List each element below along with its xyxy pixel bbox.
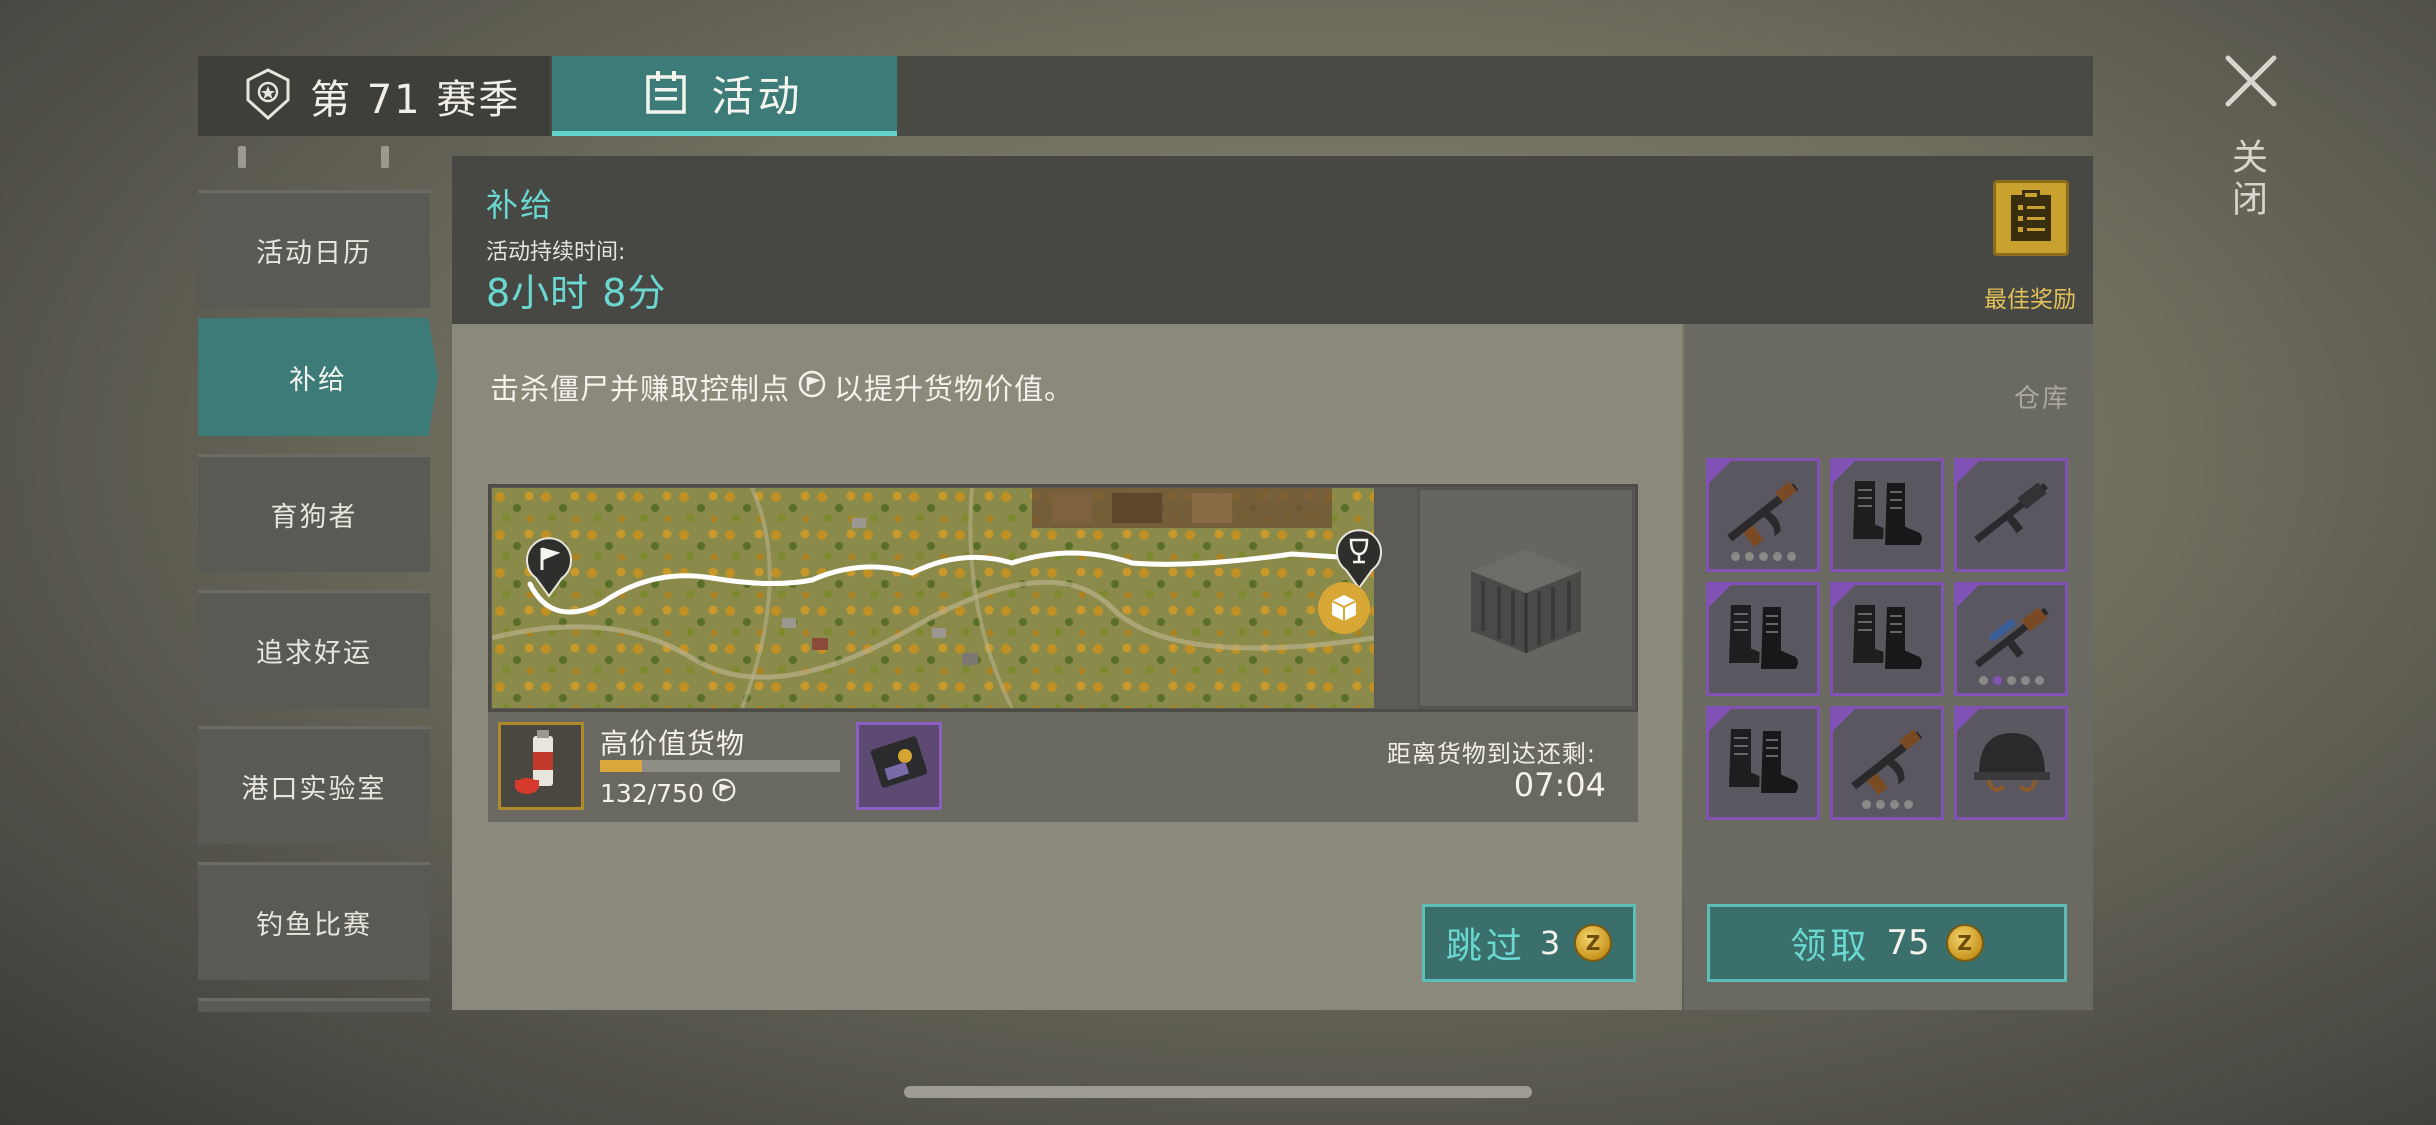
sidebar-pin [238,146,246,168]
sidebar-item-label: 追求好运 [256,638,372,669]
sidebar-item-event-calendar[interactable]: 活动日历 [198,190,430,308]
upgrade-dot [1730,552,1740,561]
skip-button[interactable]: 跳过 3 Z [1422,904,1636,982]
skip-button-label: 跳过 [1445,926,1526,967]
warehouse-slot[interactable] [1706,582,1820,696]
best-reward-label: 最佳奖励 [1984,287,2076,313]
scoped-rifle-icon [1964,590,2060,690]
sidebar-item-fishing[interactable]: 钓鱼比赛 [198,862,430,980]
clipboard-icon [2008,189,2054,247]
tab-season[interactable]: 第 71 赛季 [198,56,550,136]
tab-event-label: 活动 [711,72,804,121]
claim-button-label: 领取 [1790,926,1871,967]
sidebar-item-label: 活动日历 [256,238,372,269]
helmet-icon [1964,714,2060,814]
upgrade-dot [1772,552,1782,561]
upgrade-dot [2020,676,2030,685]
upgrade-dot [1758,552,1768,561]
best-reward-button[interactable] [1993,180,2069,256]
warehouse-slot[interactable] [1706,458,1820,572]
close-label[interactable]: 关闭 [2226,138,2272,222]
home-indicator[interactable] [904,1086,1532,1098]
sidebar-item-good-luck[interactable]: 追求好运 [198,590,430,708]
instruction-text-tail: 以提升货物价值。 [834,372,1075,406]
cargo-progress-fill [600,760,643,772]
calendar-icon [645,69,687,119]
bonus-item-slot[interactable] [856,722,942,810]
control-point-icon [798,370,826,405]
warehouse-slot[interactable] [1954,582,2068,696]
cargo-title: 高价值货物 [600,727,746,760]
upgrade-dot [1875,800,1885,809]
upgrade-dot [1744,552,1754,561]
assault-rifle-icon [1716,466,1812,566]
sidebar-item-dog-breeder[interactable]: 育狗者 [198,454,430,572]
upgrade-dots [1709,552,1817,561]
duration-value: 8小时 8分 [486,271,667,315]
cargo-item-slot[interactable] [498,722,584,810]
close-icon[interactable] [2222,52,2280,110]
control-point-icon [712,778,736,808]
sidebar-item-label: 港口实验室 [241,774,387,805]
supply-crate-icon [1451,531,1601,665]
cargo-position-marker-icon [1316,580,1372,640]
start-flag-marker-icon [522,534,576,602]
event-instruction: 击杀僵尸并赚取控制点 以提升货物价值。 [490,366,1074,408]
event-title: 补给 [486,186,555,224]
warehouse-slot[interactable] [1706,706,1820,820]
warehouse-slot[interactable] [1830,458,1944,572]
gold-coin-icon: Z [1574,924,1613,962]
sidebar-item-label: 育狗者 [270,502,358,533]
upgrade-dot [2006,676,2016,685]
claim-button[interactable]: 领取 75 Z [1707,904,2067,982]
sidebar-item-supply[interactable]: 补给 [198,318,438,436]
upgrade-dots [1833,800,1941,809]
arrival-countdown: 07:04 [1513,766,1606,804]
upgrade-dot [1889,800,1899,809]
sidebar-pin [381,146,389,168]
tab-event[interactable]: 活动 [552,56,897,136]
sidebar-item-label: 补给 [289,364,347,396]
warehouse-slot[interactable] [1830,706,1944,820]
crate-preview [1418,488,1634,708]
sidebar-item-partial [198,998,430,1012]
warehouse-slot[interactable] [1954,706,2068,820]
rifle-icon [1964,466,2060,566]
upgrade-dot [1861,800,1871,809]
tab-season-label: 第 71 赛季 [310,77,521,123]
arrival-label: 距离货物到达还剩: [1386,740,1596,768]
gold-coin-icon: Z [1945,924,1984,962]
event-header [452,156,2093,324]
upgrade-dot [1978,676,1988,685]
assault-rifle-icon [1840,714,1936,814]
upgrade-dot [1786,552,1796,561]
season-badge-icon [244,68,292,124]
sidebar-item-label: 钓鱼比赛 [256,910,372,941]
sidebar-item-port-lab[interactable]: 港口实验室 [198,726,430,844]
boots-icon [1840,590,1936,690]
cargo-progress-text: 132/750 [600,778,704,808]
claim-button-cost: 75 [1886,923,1930,963]
route-map [492,488,1374,708]
upgrade-dot [1903,800,1913,809]
boots-icon [1716,714,1812,814]
spray-can-icon [511,728,571,804]
warehouse-slot[interactable] [1830,582,1944,696]
upgrade-dot [2034,676,2044,685]
boots-icon [1716,590,1812,690]
skip-button-cost: 3 [1539,924,1561,962]
cargo-progress: 132/750 [600,778,736,808]
upgrade-dot [1992,676,2002,685]
instruction-text: 击杀僵尸并赚取控制点 [490,372,791,406]
boots-icon [1840,466,1936,566]
warehouse-slot[interactable] [1954,458,2068,572]
warehouse-label: 仓库 [2013,384,2070,414]
upgrade-dots [1957,676,2065,685]
id-card-icon [867,734,931,798]
